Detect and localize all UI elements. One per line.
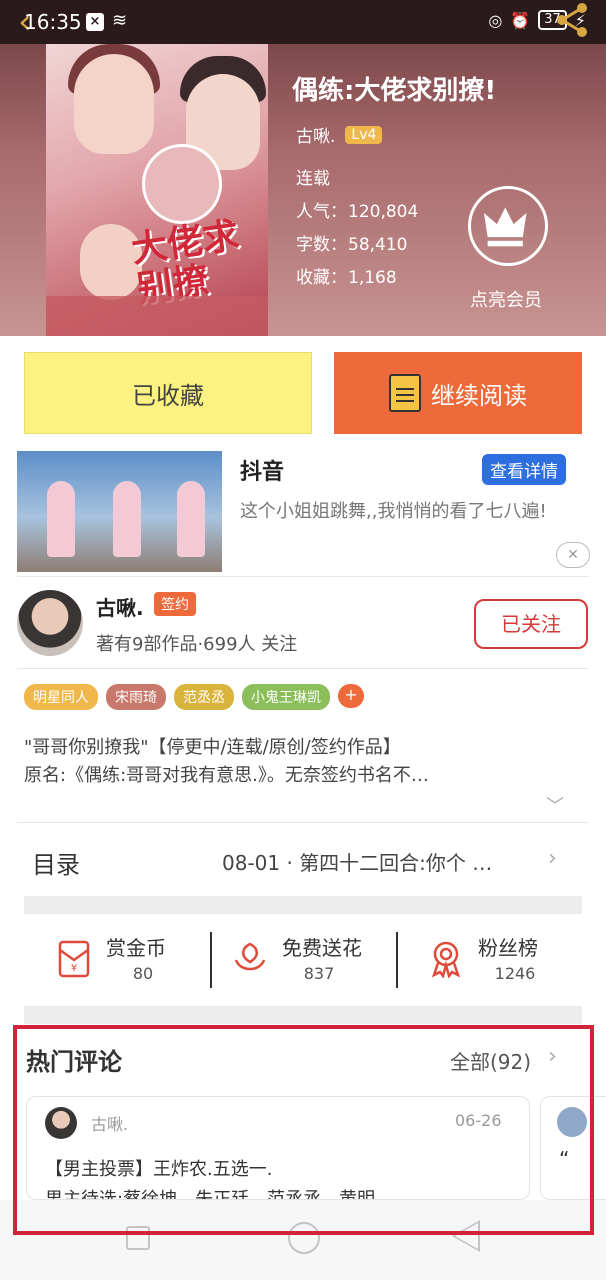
crown-icon (483, 207, 527, 247)
tag-list: 明星同人 宋雨琦 范丞丞 小鬼王琳凯 + (24, 684, 364, 710)
toc-chevron-right-icon[interactable]: › (548, 846, 557, 871)
ad-detail-button[interactable]: 查看详情 (482, 454, 566, 485)
ad-description[interactable]: 这个小姐姐跳舞,,我悄悄的看了七八遍! (240, 496, 585, 528)
continue-reading-button[interactable]: 继续阅读 (334, 352, 582, 434)
book-header: ‹ 16:35 × ≋ ◎ ⏰ 37 ⚡ 大佬求别撩 偶练:大佬求别撩! 古啾.… (0, 0, 606, 336)
tag-item[interactable]: 范丞丞 (174, 684, 234, 710)
add-tag-button[interactable]: + (338, 684, 364, 708)
book-icon (389, 374, 421, 412)
author-name[interactable]: 古啾. (96, 592, 144, 621)
book-cover[interactable]: 大佬求别撩 (46, 44, 268, 336)
red-envelope-icon: ¥ (58, 940, 90, 978)
level-badge: Lv4 (345, 125, 383, 144)
tag-item[interactable]: 宋雨琦 (106, 684, 166, 710)
book-title: 偶练:大佬求别撩! (292, 76, 497, 106)
book-description[interactable]: "哥哥你别撩我"【停更中/连载/原创/签约作品】 原名:《偶练:哥哥对我有意思.… (24, 734, 584, 790)
highlight-box (13, 1025, 594, 1235)
reward-flowers[interactable]: 免费送花 837 (230, 932, 380, 988)
reward-coins[interactable]: ¥ 赏金币 80 (54, 932, 184, 988)
expand-chevron-down-icon[interactable]: ﹀ (546, 792, 564, 818)
author-stats: 著有9部作品·699人 关注 (96, 634, 298, 655)
lock-icon: ◎ (488, 10, 503, 30)
ad-image[interactable] (17, 451, 222, 572)
status-bar: ‹ 16:35 × ≋ ◎ ⏰ 37 ⚡ (0, 0, 606, 44)
svg-text:¥: ¥ (71, 963, 77, 974)
ad-title[interactable]: 抖音 (240, 454, 284, 486)
author-avatar[interactable] (17, 590, 83, 656)
notification-icon: × (86, 13, 104, 31)
share-icon[interactable] (552, 0, 592, 40)
book-status: 连载 (296, 169, 330, 189)
signed-badge: 签约 (154, 592, 196, 616)
vip-button[interactable] (468, 186, 548, 266)
alarm-icon: ⏰ (510, 10, 531, 30)
toc-latest-chapter[interactable]: 08-01 · 第四十二回合:你个 … (222, 847, 492, 876)
book-author[interactable]: 古啾. (296, 122, 335, 147)
book-favorites: 收藏：1,168 (296, 268, 397, 288)
vip-label[interactable]: 点亮会员 (470, 286, 542, 312)
collected-button[interactable]: 已收藏 (24, 352, 312, 434)
book-popularity: 人气：120,804 (296, 202, 419, 222)
book-word-count: 字数：58,410 (296, 235, 408, 255)
medal-icon (431, 941, 461, 978)
toc-label[interactable]: 目录 (32, 845, 80, 880)
flower-icon (234, 942, 266, 971)
tag-item[interactable]: 明星同人 (24, 684, 98, 710)
status-time: 16:35 (24, 10, 82, 34)
tag-item[interactable]: 小鬼王琳凯 (242, 684, 330, 710)
book-author-row: 古啾. Lv4 (296, 122, 383, 147)
wifi-icon: ≋ (112, 10, 128, 31)
reward-fans[interactable]: 粉丝榜 1246 (426, 932, 556, 988)
follow-button[interactable]: 已关注 (474, 599, 588, 649)
ad-close-icon[interactable]: ✕ (556, 542, 590, 568)
